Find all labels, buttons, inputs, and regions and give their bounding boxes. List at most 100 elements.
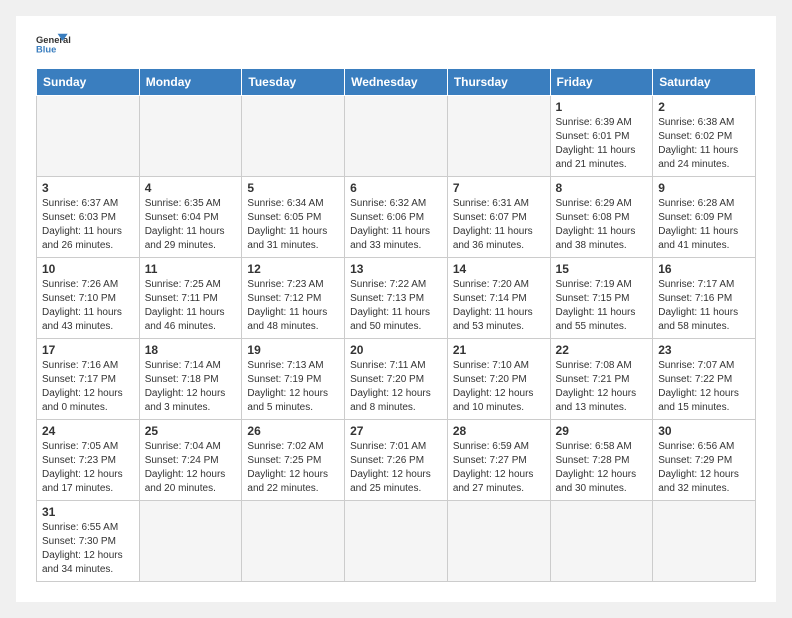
calendar-cell: 15 Sunrise: 7:19 AM Sunset: 7:15 PM Dayli… bbox=[550, 258, 653, 339]
calendar-cell: 1 Sunrise: 6:39 AM Sunset: 6:01 PM Daylig… bbox=[550, 96, 653, 177]
day-number: 5 bbox=[247, 181, 339, 195]
weekday-header-saturday: Saturday bbox=[653, 69, 756, 96]
calendar-cell: 19 Sunrise: 7:13 AM Sunset: 7:19 PM Dayli… bbox=[242, 339, 345, 420]
day-number: 1 bbox=[556, 100, 648, 114]
calendar-cell bbox=[242, 96, 345, 177]
calendar-cell: 17 Sunrise: 7:16 AM Sunset: 7:17 PM Dayli… bbox=[37, 339, 140, 420]
day-info: Sunrise: 7:08 AM Sunset: 7:21 PM Dayligh… bbox=[556, 359, 648, 415]
day-number: 16 bbox=[658, 262, 750, 276]
day-number: 21 bbox=[453, 343, 545, 357]
day-number: 3 bbox=[42, 181, 134, 195]
day-info: Sunrise: 7:04 AM Sunset: 7:24 PM Dayligh… bbox=[145, 440, 237, 496]
calendar-cell bbox=[447, 501, 550, 582]
day-number: 17 bbox=[42, 343, 134, 357]
day-info: Sunrise: 7:26 AM Sunset: 7:10 PM Dayligh… bbox=[42, 278, 134, 334]
weekday-header-monday: Monday bbox=[139, 69, 242, 96]
calendar-cell: 31Sunrise: 6:55 AM Sunset: 7:30 PM Dayli… bbox=[37, 501, 140, 582]
calendar-cell: 2 Sunrise: 6:38 AM Sunset: 6:02 PM Daylig… bbox=[653, 96, 756, 177]
day-info: Sunrise: 7:14 AM Sunset: 7:18 PM Dayligh… bbox=[145, 359, 237, 415]
calendar-week-row: 24 Sunrise: 7:05 AM Sunset: 7:23 PM Dayli… bbox=[37, 420, 756, 501]
day-info: Sunrise: 7:07 AM Sunset: 7:22 PM Dayligh… bbox=[658, 359, 750, 415]
calendar-cell: 29Sunrise: 6:58 AM Sunset: 7:28 PM Dayli… bbox=[550, 420, 653, 501]
day-number: 8 bbox=[556, 181, 648, 195]
day-info: Sunrise: 7:11 AM Sunset: 7:20 PM Dayligh… bbox=[350, 359, 442, 415]
weekday-header-sunday: Sunday bbox=[37, 69, 140, 96]
calendar-cell: 30 Sunrise: 6:56 AM Sunset: 7:29 PM Dayli… bbox=[653, 420, 756, 501]
calendar-cell: 25 Sunrise: 7:04 AM Sunset: 7:24 PM Dayli… bbox=[139, 420, 242, 501]
calendar-cell: 20 Sunrise: 7:11 AM Sunset: 7:20 PM Dayli… bbox=[345, 339, 448, 420]
day-number: 7 bbox=[453, 181, 545, 195]
day-number: 6 bbox=[350, 181, 442, 195]
day-info: Sunrise: 6:38 AM Sunset: 6:02 PM Dayligh… bbox=[658, 116, 750, 172]
svg-text:Blue: Blue bbox=[36, 44, 56, 54]
calendar-cell: 24 Sunrise: 7:05 AM Sunset: 7:23 PM Dayli… bbox=[37, 420, 140, 501]
calendar-cell: 18Sunrise: 7:14 AM Sunset: 7:18 PM Dayli… bbox=[139, 339, 242, 420]
day-number: 10 bbox=[42, 262, 134, 276]
day-info: Sunrise: 7:13 AM Sunset: 7:19 PM Dayligh… bbox=[247, 359, 339, 415]
day-number: 14 bbox=[453, 262, 545, 276]
calendar-cell: 26 Sunrise: 7:02 AM Sunset: 7:25 PM Dayli… bbox=[242, 420, 345, 501]
day-info: Sunrise: 7:23 AM Sunset: 7:12 PM Dayligh… bbox=[247, 278, 339, 334]
calendar-week-row: 31Sunrise: 6:55 AM Sunset: 7:30 PM Dayli… bbox=[37, 501, 756, 582]
day-info: Sunrise: 7:17 AM Sunset: 7:16 PM Dayligh… bbox=[658, 278, 750, 334]
weekday-header-tuesday: Tuesday bbox=[242, 69, 345, 96]
day-number: 20 bbox=[350, 343, 442, 357]
calendar-cell: 27Sunrise: 7:01 AM Sunset: 7:26 PM Dayli… bbox=[345, 420, 448, 501]
calendar-cell: 4 Sunrise: 6:35 AM Sunset: 6:04 PM Daylig… bbox=[139, 177, 242, 258]
day-number: 9 bbox=[658, 181, 750, 195]
calendar-cell bbox=[242, 501, 345, 582]
logo: GeneralBlue bbox=[36, 32, 72, 60]
page: GeneralBlue SundayMondayTuesdayWednesday… bbox=[16, 16, 776, 602]
day-info: Sunrise: 6:56 AM Sunset: 7:29 PM Dayligh… bbox=[658, 440, 750, 496]
day-number: 2 bbox=[658, 100, 750, 114]
calendar-cell: 28Sunrise: 6:59 AM Sunset: 7:27 PM Dayli… bbox=[447, 420, 550, 501]
day-number: 19 bbox=[247, 343, 339, 357]
day-info: Sunrise: 7:19 AM Sunset: 7:15 PM Dayligh… bbox=[556, 278, 648, 334]
weekday-header-row: SundayMondayTuesdayWednesdayThursdayFrid… bbox=[37, 69, 756, 96]
day-info: Sunrise: 6:35 AM Sunset: 6:04 PM Dayligh… bbox=[145, 197, 237, 253]
calendar-cell: 14 Sunrise: 7:20 AM Sunset: 7:14 PM Dayli… bbox=[447, 258, 550, 339]
day-number: 25 bbox=[145, 424, 237, 438]
calendar-cell: 23Sunrise: 7:07 AM Sunset: 7:22 PM Dayli… bbox=[653, 339, 756, 420]
calendar-cell: 7Sunrise: 6:31 AM Sunset: 6:07 PM Daylig… bbox=[447, 177, 550, 258]
calendar-week-row: 1 Sunrise: 6:39 AM Sunset: 6:01 PM Daylig… bbox=[37, 96, 756, 177]
day-number: 13 bbox=[350, 262, 442, 276]
calendar-cell: 8 Sunrise: 6:29 AM Sunset: 6:08 PM Daylig… bbox=[550, 177, 653, 258]
calendar-cell: 11Sunrise: 7:25 AM Sunset: 7:11 PM Dayli… bbox=[139, 258, 242, 339]
day-info: Sunrise: 7:16 AM Sunset: 7:17 PM Dayligh… bbox=[42, 359, 134, 415]
calendar-cell bbox=[653, 501, 756, 582]
calendar-cell bbox=[139, 96, 242, 177]
calendar-week-row: 17 Sunrise: 7:16 AM Sunset: 7:17 PM Dayli… bbox=[37, 339, 756, 420]
calendar-cell: 21 Sunrise: 7:10 AM Sunset: 7:20 PM Dayli… bbox=[447, 339, 550, 420]
calendar-week-row: 10 Sunrise: 7:26 AM Sunset: 7:10 PM Dayli… bbox=[37, 258, 756, 339]
day-info: Sunrise: 7:20 AM Sunset: 7:14 PM Dayligh… bbox=[453, 278, 545, 334]
day-number: 15 bbox=[556, 262, 648, 276]
calendar-week-row: 3 Sunrise: 6:37 AM Sunset: 6:03 PM Daylig… bbox=[37, 177, 756, 258]
calendar-cell: 22Sunrise: 7:08 AM Sunset: 7:21 PM Dayli… bbox=[550, 339, 653, 420]
day-number: 24 bbox=[42, 424, 134, 438]
day-info: Sunrise: 6:32 AM Sunset: 6:06 PM Dayligh… bbox=[350, 197, 442, 253]
calendar-cell: 13Sunrise: 7:22 AM Sunset: 7:13 PM Dayli… bbox=[345, 258, 448, 339]
day-info: Sunrise: 6:39 AM Sunset: 6:01 PM Dayligh… bbox=[556, 116, 648, 172]
day-info: Sunrise: 6:55 AM Sunset: 7:30 PM Dayligh… bbox=[42, 521, 134, 577]
weekday-header-friday: Friday bbox=[550, 69, 653, 96]
day-info: Sunrise: 6:29 AM Sunset: 6:08 PM Dayligh… bbox=[556, 197, 648, 253]
day-info: Sunrise: 7:05 AM Sunset: 7:23 PM Dayligh… bbox=[42, 440, 134, 496]
calendar-cell: 6 Sunrise: 6:32 AM Sunset: 6:06 PM Daylig… bbox=[345, 177, 448, 258]
day-number: 29 bbox=[556, 424, 648, 438]
generalblue-logo-icon: GeneralBlue bbox=[36, 32, 72, 60]
day-info: Sunrise: 6:37 AM Sunset: 6:03 PM Dayligh… bbox=[42, 197, 134, 253]
day-number: 28 bbox=[453, 424, 545, 438]
day-info: Sunrise: 7:02 AM Sunset: 7:25 PM Dayligh… bbox=[247, 440, 339, 496]
day-number: 26 bbox=[247, 424, 339, 438]
calendar-cell bbox=[345, 501, 448, 582]
calendar-cell bbox=[37, 96, 140, 177]
day-info: Sunrise: 7:10 AM Sunset: 7:20 PM Dayligh… bbox=[453, 359, 545, 415]
day-info: Sunrise: 6:34 AM Sunset: 6:05 PM Dayligh… bbox=[247, 197, 339, 253]
day-number: 27 bbox=[350, 424, 442, 438]
day-number: 4 bbox=[145, 181, 237, 195]
calendar-cell: 12Sunrise: 7:23 AM Sunset: 7:12 PM Dayli… bbox=[242, 258, 345, 339]
calendar-cell: 5 Sunrise: 6:34 AM Sunset: 6:05 PM Daylig… bbox=[242, 177, 345, 258]
day-info: Sunrise: 6:28 AM Sunset: 6:09 PM Dayligh… bbox=[658, 197, 750, 253]
day-number: 30 bbox=[658, 424, 750, 438]
